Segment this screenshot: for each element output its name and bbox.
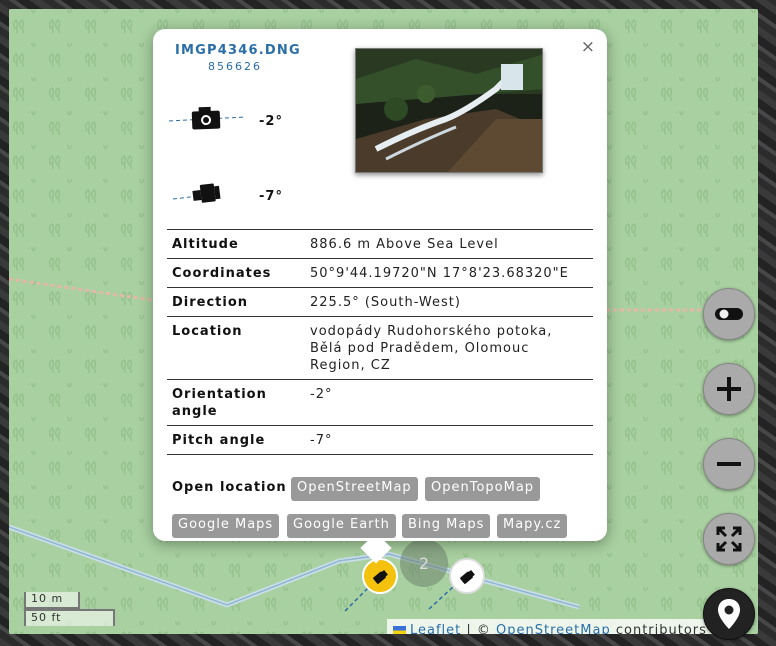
zoom-out-icon (717, 462, 741, 466)
photo-thumbnail[interactable] (355, 48, 543, 173)
orientation-value: -2° (259, 114, 283, 129)
map-attribution: Leaflet | © OpenStreetMap contributors (387, 619, 723, 634)
table-row: Orientation angle -2° (167, 379, 593, 426)
ukraine-flag-icon (393, 626, 406, 634)
open-location-label: Open location (172, 480, 287, 495)
metadata-table: Altitude 886.6 m Above Sea Level Coordina… (167, 229, 593, 455)
table-row: Coordinates 50°9'44.19720"N 17°8'23.68320… (167, 258, 593, 288)
camera-orientation-icon (169, 106, 245, 130)
cluster-marker[interactable]: 2 (400, 539, 448, 587)
row-key: Coordinates (167, 258, 305, 288)
fullscreen-button[interactable] (703, 513, 755, 565)
link-bing-maps[interactable]: Bing Maps (402, 514, 491, 538)
locate-button[interactable] (703, 588, 755, 640)
photo-marker-selected[interactable] (362, 558, 398, 594)
cluster-count: 2 (418, 553, 430, 573)
pitch-indicator (169, 179, 245, 209)
photo-filesize: 856626 (208, 60, 262, 73)
row-key: Orientation angle (167, 379, 305, 426)
app-frame: 2 10 m 50 ft × IMGP4346.DNG 856626 -2° -… (0, 0, 776, 646)
link-mapy-cz[interactable]: Mapy.cz (497, 514, 568, 538)
zoom-out-button[interactable] (703, 438, 755, 490)
scale-imperial: 50 ft (24, 609, 115, 626)
photo-filename: IMGP4346.DNG (175, 43, 301, 58)
scale-metric: 10 m (24, 592, 80, 609)
location-pin-icon (718, 599, 740, 629)
photo-marker[interactable] (449, 558, 485, 594)
waterfall-image (356, 49, 542, 172)
link-google-maps[interactable]: Google Maps (172, 514, 280, 538)
close-button[interactable]: × (581, 37, 595, 57)
table-row: Direction 225.5° (South-West) (167, 287, 593, 317)
row-value: -7° (305, 425, 593, 455)
row-value: vodopády Rudohorského potoka, Bělá pod P… (305, 316, 593, 380)
row-key: Pitch angle (167, 425, 305, 455)
leaflet-link[interactable]: Leaflet (410, 623, 461, 634)
attribution-separator: | © (461, 623, 497, 634)
orientation-indicator (169, 105, 245, 131)
row-key: Location (167, 316, 305, 380)
link-openstreetmap[interactable]: OpenStreetMap (291, 477, 418, 501)
attribution-suffix: contributors (610, 623, 707, 634)
map-viewport[interactable]: 2 10 m 50 ft × IMGP4346.DNG 856626 -2° -… (9, 9, 758, 634)
layer-toggle-button[interactable] (703, 288, 755, 340)
table-row: Pitch angle -7° (167, 425, 593, 455)
fullscreen-icon (716, 526, 742, 552)
zoom-in-button[interactable] (703, 363, 755, 415)
camera-pitch-side-icon (172, 183, 221, 203)
row-key: Altitude (167, 229, 305, 259)
toggle-icon (715, 308, 743, 320)
pitch-value: -7° (259, 189, 283, 204)
row-value: 886.6 m Above Sea Level (305, 229, 593, 259)
row-value: -2° (305, 379, 593, 426)
link-google-earth[interactable]: Google Earth (287, 514, 396, 538)
row-value: 225.5° (South-West) (305, 287, 593, 317)
osm-link[interactable]: OpenStreetMap (496, 623, 611, 634)
link-opentopomap[interactable]: OpenTopoMap (425, 477, 541, 501)
table-row: Altitude 886.6 m Above Sea Level (167, 229, 593, 259)
table-row: Location vodopády Rudohorského potoka, Bě… (167, 316, 593, 380)
camera-pitch-icon (460, 569, 475, 584)
row-key: Direction (167, 287, 305, 317)
photo-popup: × IMGP4346.DNG 856626 -2° -7° Altitude 8… (153, 29, 607, 564)
camera-pitch-icon (373, 569, 388, 584)
row-value: 50°9'44.19720"N 17°8'23.68320"E (305, 258, 593, 288)
zoom-in-icon (717, 377, 741, 401)
